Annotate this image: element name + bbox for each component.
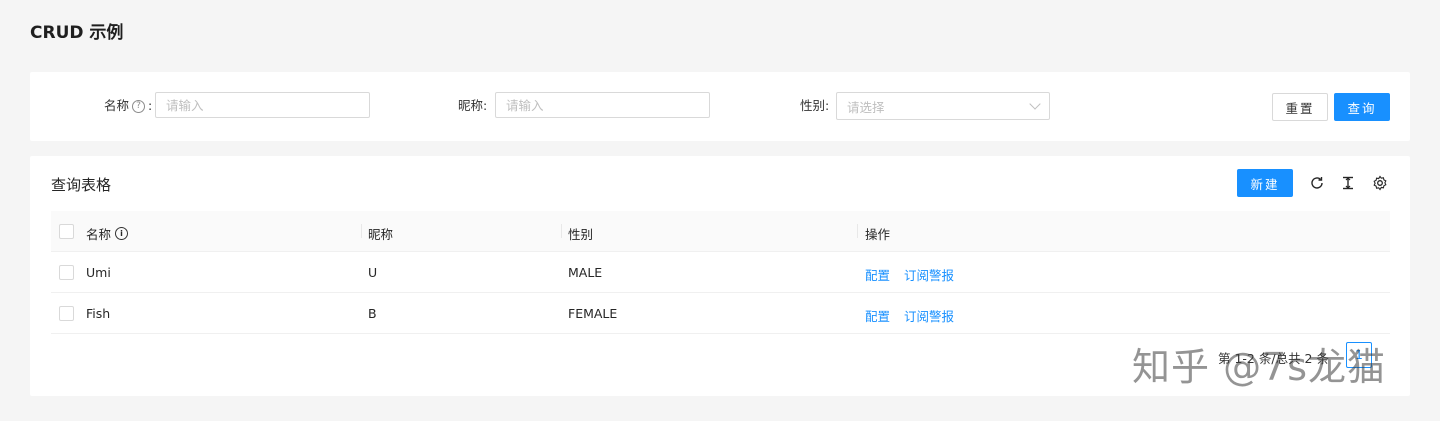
select-all-checkbox[interactable] <box>59 224 74 239</box>
column-divider <box>857 224 858 238</box>
name-label-colon: : <box>148 98 153 113</box>
setting-icon[interactable] <box>1372 175 1388 191</box>
reset-button[interactable]: 重置 <box>1272 93 1328 121</box>
column-divider <box>361 224 362 238</box>
table-header: 名称 i 昵称 性别 操作 <box>51 211 1390 252</box>
column-height-icon[interactable] <box>1340 175 1356 191</box>
cell-nickname: U <box>368 265 378 280</box>
table-row: Umi U MALE 配置 订阅警报 <box>51 252 1390 293</box>
table-row: Fish B FEMALE 配置 订阅警报 <box>51 293 1390 334</box>
query-button[interactable]: 查询 <box>1334 93 1390 121</box>
watermark: 知乎 @7s龙猫 <box>1132 345 1387 389</box>
subscribe-alert-link[interactable]: 订阅警报 <box>904 265 954 284</box>
nickname-input[interactable] <box>495 92 710 118</box>
name-label-text: 名称 <box>104 98 130 113</box>
reload-icon[interactable] <box>1309 175 1325 191</box>
cell-name: Umi <box>86 265 111 280</box>
cell-gender: FEMALE <box>568 306 618 321</box>
gender-select-placeholder: 请选择 <box>847 99 885 115</box>
row-checkbox[interactable] <box>59 306 74 321</box>
name-input[interactable] <box>155 92 370 118</box>
configure-link[interactable]: 配置 <box>865 306 890 325</box>
info-circle-icon[interactable]: i <box>115 227 129 240</box>
page-title: CRUD 示例 <box>30 23 124 43</box>
column-header-nickname: 昵称 <box>368 227 394 242</box>
subscribe-alert-link[interactable]: 订阅警报 <box>904 306 954 325</box>
gender-select[interactable]: 请选择 <box>836 92 1050 120</box>
configure-link[interactable]: 配置 <box>865 265 890 284</box>
column-header-name-text: 名称 <box>86 227 112 242</box>
nickname-field-label: 昵称: <box>458 98 488 113</box>
column-header-name[interactable]: 名称 i <box>86 224 129 243</box>
row-checkbox[interactable] <box>59 265 74 280</box>
new-button[interactable]: 新建 <box>1237 169 1293 197</box>
name-field-label: 名称 ? : <box>104 99 152 113</box>
column-divider <box>561 224 562 238</box>
gender-field-label: 性别: <box>800 98 830 113</box>
cell-gender: MALE <box>568 265 603 280</box>
column-header-actions: 操作 <box>865 227 891 242</box>
table-title: 查询表格 <box>51 176 112 194</box>
column-header-gender: 性别 <box>568 227 594 242</box>
chevron-down-icon <box>1029 98 1041 110</box>
cell-name: Fish <box>86 306 111 321</box>
question-circle-icon[interactable]: ? <box>132 99 146 113</box>
cell-nickname: B <box>368 306 377 321</box>
